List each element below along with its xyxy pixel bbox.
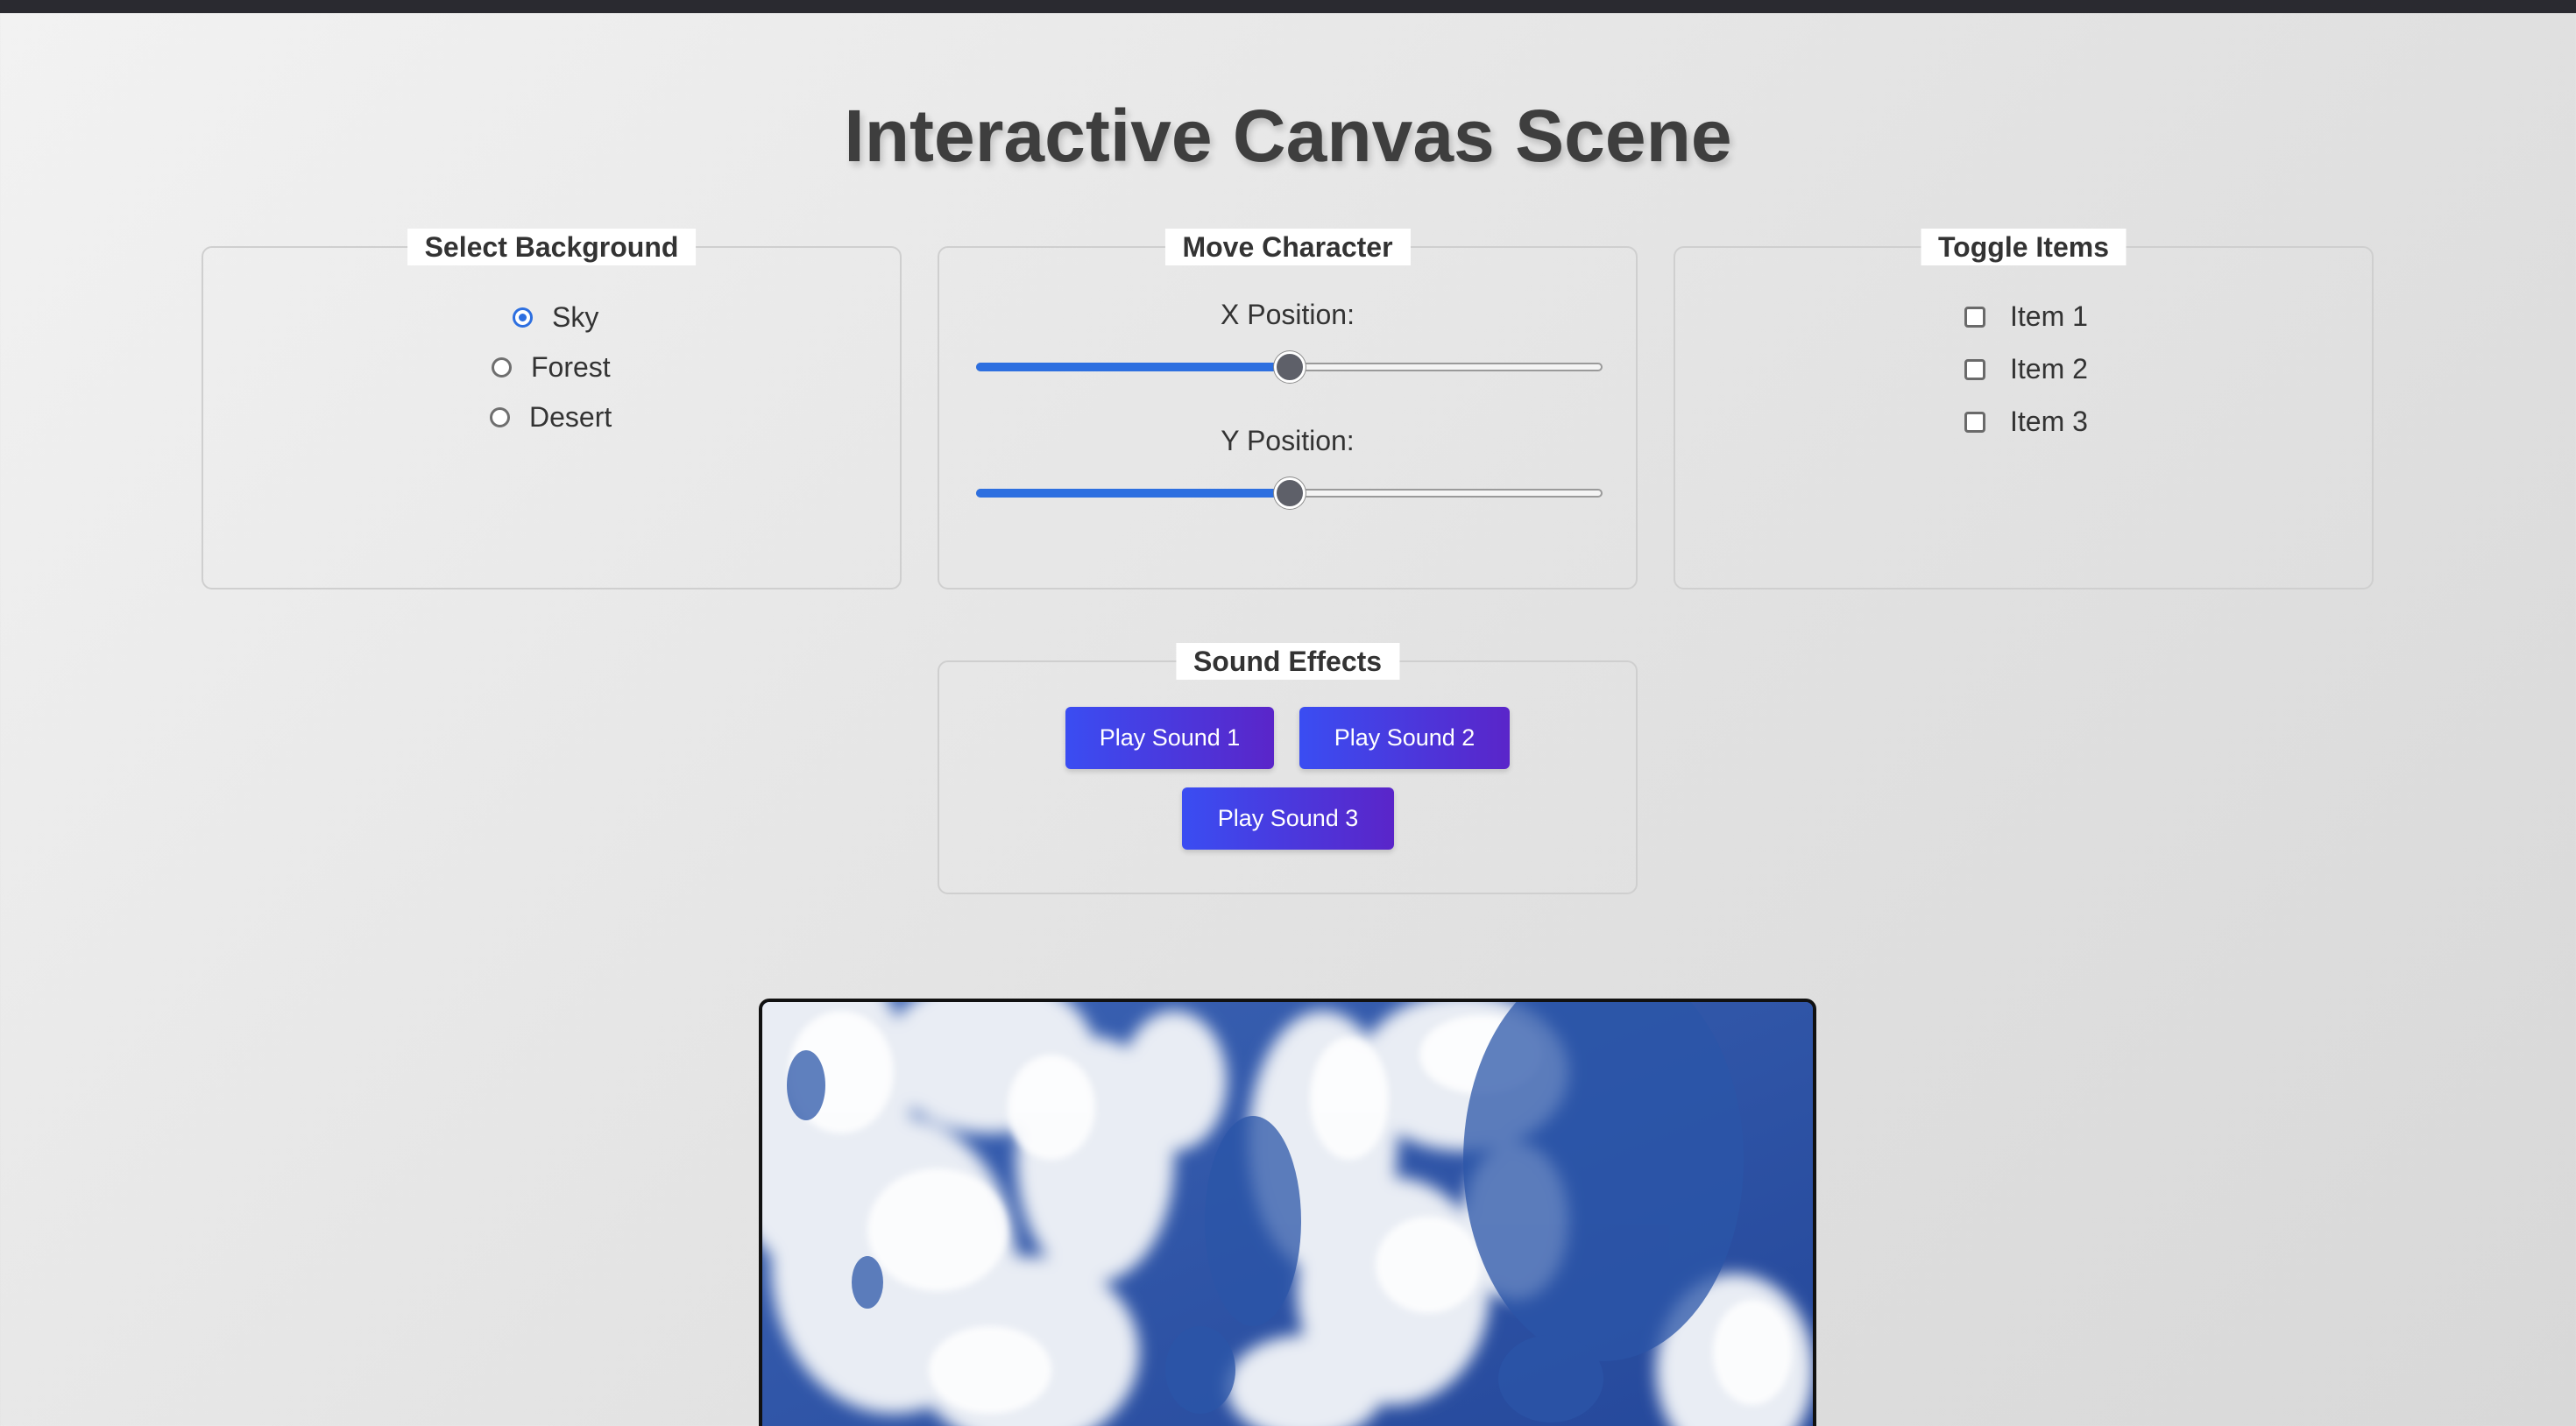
item-3-checkbox[interactable] — [1964, 411, 1985, 433]
background-panel: Select Background Sky Forest Desert — [202, 229, 902, 589]
move-character-legend: Move Character — [1164, 229, 1411, 265]
x-slider-thumb[interactable] — [1273, 351, 1306, 383]
radio-option-forest[interactable]: Forest — [492, 351, 611, 384]
move-character-panel: Move Character X Position: Y Position: — [938, 229, 1638, 589]
radio-option-desert[interactable]: Desert — [490, 401, 612, 434]
toggle-items-legend: Toggle Items — [1921, 229, 2127, 265]
radio-button-desert[interactable] — [490, 407, 510, 427]
radio-label-desert: Desert — [529, 401, 612, 433]
item-1-checkbox[interactable] — [1964, 306, 1985, 328]
play-sound-2-button[interactable]: Play Sound 2 — [1299, 707, 1510, 769]
radio-button-sky[interactable] — [513, 307, 533, 328]
radio-label-forest: Forest — [531, 351, 611, 383]
radio-button-forest[interactable] — [492, 357, 512, 378]
item-3-toggle[interactable]: Item 3 — [1964, 406, 2088, 438]
item-2-toggle[interactable]: Item 2 — [1964, 353, 2088, 385]
y-slider-thumb[interactable] — [1273, 477, 1306, 509]
x-position-label: X Position: — [1221, 299, 1355, 330]
page-title: Interactive Canvas Scene — [844, 95, 1732, 177]
y-position-label: Y Position: — [1221, 425, 1355, 456]
item-3-label: Item 3 — [2010, 406, 2088, 437]
play-sound-3-button[interactable]: Play Sound 3 — [1182, 787, 1394, 850]
scene-canvas[interactable] — [759, 999, 1816, 1426]
sound-effects-legend: Sound Effects — [1175, 643, 1400, 680]
x-slider-fill — [976, 363, 1288, 371]
item-2-checkbox[interactable] — [1964, 358, 1985, 380]
item-1-toggle[interactable]: Item 1 — [1964, 300, 2088, 333]
item-1-label: Item 1 — [2010, 300, 2088, 332]
sound-effects-panel: Sound Effects Play Sound 1 Play Sound 2 … — [938, 643, 1638, 894]
item-2-label: Item 2 — [2010, 353, 2088, 385]
browser-top-bar — [0, 0, 2576, 13]
y-position-slider[interactable] — [976, 477, 1603, 509]
y-slider-fill — [976, 489, 1288, 498]
toggle-items-panel: Toggle Items Item 1 Item 2 Item 3 — [1674, 229, 2374, 589]
radio-label-sky: Sky — [552, 301, 599, 333]
play-sound-1-button[interactable]: Play Sound 1 — [1065, 707, 1274, 769]
radio-option-sky[interactable]: Sky — [513, 301, 598, 334]
sky-background-image — [762, 1002, 1813, 1426]
background-panel-legend: Select Background — [407, 229, 697, 265]
x-position-slider[interactable] — [976, 351, 1603, 383]
